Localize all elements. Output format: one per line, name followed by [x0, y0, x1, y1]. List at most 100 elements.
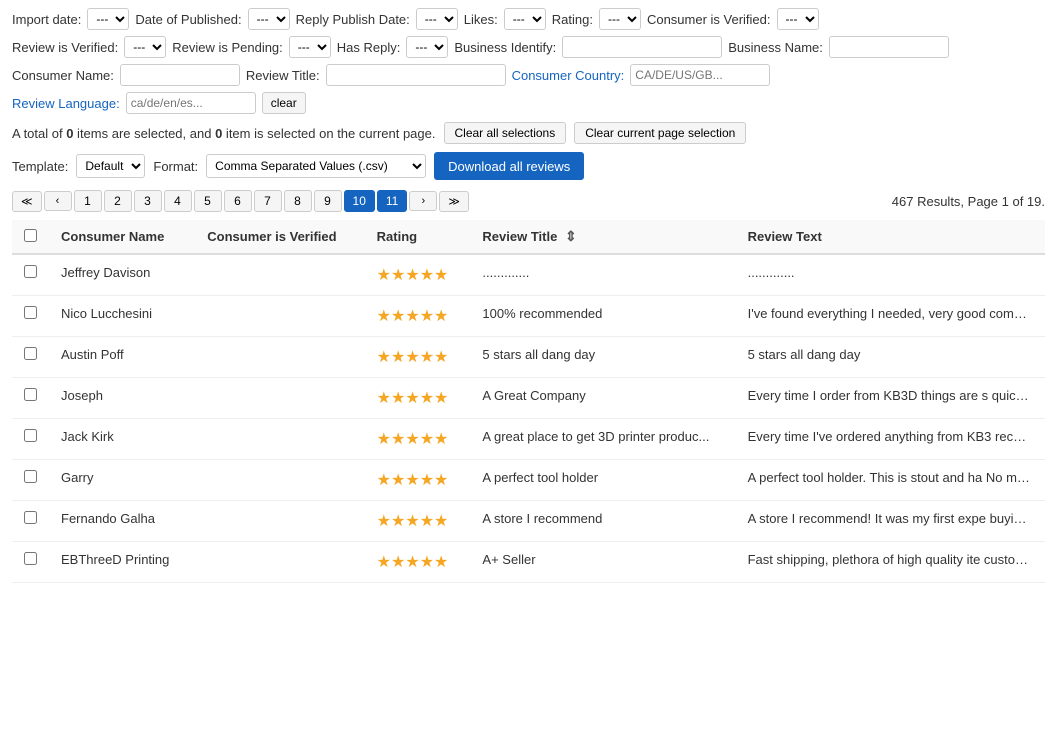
consumer-verified-cell: [195, 460, 364, 501]
published-select[interactable]: ---: [248, 8, 290, 30]
row-checkbox[interactable]: [24, 429, 37, 442]
page-8-button[interactable]: 8: [284, 190, 312, 212]
import-date-label: Import date:: [12, 12, 81, 27]
consumer-name-cell: EBThreeD Printing: [49, 542, 195, 583]
consumer-verified-cell: [195, 337, 364, 378]
format-select[interactable]: Comma Separated Values (.csv): [206, 154, 426, 178]
row-checkbox-cell: [12, 378, 49, 419]
prev-page-button[interactable]: ‹: [44, 191, 72, 211]
table-row: Joseph★★★★★A Great CompanyEvery time I o…: [12, 378, 1045, 419]
consumer-verified-select[interactable]: ---: [777, 8, 819, 30]
page-7-button[interactable]: 7: [254, 190, 282, 212]
clear-page-selection-button[interactable]: Clear current page selection: [574, 122, 746, 144]
star-icon: ★: [420, 308, 434, 325]
review-title-cell: .............: [470, 254, 735, 296]
star-icon: ★: [420, 349, 434, 366]
star-icon: ★: [434, 554, 448, 571]
review-title-label: Review Title:: [246, 68, 320, 83]
format-label: Format:: [153, 159, 198, 174]
row-checkbox[interactable]: [24, 347, 37, 360]
likes-select[interactable]: ---: [504, 8, 546, 30]
star-icon: ★: [391, 308, 405, 325]
star-icon: ★: [434, 513, 448, 530]
consumer-verified-cell: [195, 296, 364, 337]
import-date-select[interactable]: ---: [87, 8, 129, 30]
has-reply-select[interactable]: ---: [406, 36, 448, 58]
published-label: Date of Published:: [135, 12, 241, 27]
star-icon: ★: [391, 267, 405, 284]
row-checkbox-cell: [12, 542, 49, 583]
page-9-button[interactable]: 9: [314, 190, 342, 212]
star-icon: ★: [420, 554, 434, 571]
star-icon: ★: [434, 308, 448, 325]
star-icon: ★: [405, 554, 419, 571]
reply-publish-select[interactable]: ---: [416, 8, 458, 30]
row-checkbox[interactable]: [24, 552, 37, 565]
review-title-sort-icon[interactable]: ⇕: [565, 228, 577, 244]
page-3-button[interactable]: 3: [134, 190, 162, 212]
star-icon: ★: [377, 472, 391, 489]
review-text-cell: Every time I've ordered anything from KB…: [736, 419, 1045, 460]
row-checkbox-cell: [12, 501, 49, 542]
row-checkbox[interactable]: [24, 388, 37, 401]
review-title-input[interactable]: [326, 64, 506, 86]
business-name-input[interactable]: [829, 36, 949, 58]
star-icon: ★: [434, 267, 448, 284]
consumer-verified-label: Consumer is Verified:: [647, 12, 771, 27]
row-checkbox-cell: [12, 337, 49, 378]
review-pending-select[interactable]: ---: [289, 36, 331, 58]
row-checkbox[interactable]: [24, 511, 37, 524]
rating-select[interactable]: ---: [599, 8, 641, 30]
review-text-cell: Every time I order from KB3D things are …: [736, 378, 1045, 419]
page-11-button[interactable]: 11: [377, 190, 407, 212]
reviews-table: Consumer Name Consumer is Verified Ratin…: [12, 220, 1045, 583]
row-checkbox[interactable]: [24, 306, 37, 319]
review-title-cell: A perfect tool holder: [470, 460, 735, 501]
last-page-button[interactable]: ≫: [439, 191, 469, 212]
row-checkbox-cell: [12, 296, 49, 337]
review-title-cell: A Great Company: [470, 378, 735, 419]
table-row: Austin Poff★★★★★5 stars all dang day5 st…: [12, 337, 1045, 378]
review-title-header: Review Title ⇕: [470, 220, 735, 254]
next-page-button[interactable]: ›: [409, 191, 437, 211]
clear-button[interactable]: clear: [262, 92, 306, 114]
clear-all-selections-button[interactable]: Clear all selections: [444, 122, 567, 144]
page-10-button[interactable]: 10: [344, 190, 375, 212]
rating-cell: ★★★★★: [365, 296, 471, 337]
business-name-label: Business Name:: [728, 40, 823, 55]
consumer-verified-header: Consumer is Verified: [195, 220, 364, 254]
page-1-button[interactable]: 1: [74, 190, 102, 212]
page-2-button[interactable]: 2: [104, 190, 132, 212]
row-checkbox[interactable]: [24, 470, 37, 483]
review-title-cell: 5 stars all dang day: [470, 337, 735, 378]
page-4-button[interactable]: 4: [164, 190, 192, 212]
review-text-cell: I've found everything I needed, very goo…: [736, 296, 1045, 337]
review-language-input[interactable]: [126, 92, 256, 114]
consumer-name-cell: Nico Lucchesini: [49, 296, 195, 337]
consumer-name-input[interactable]: [120, 64, 240, 86]
download-all-reviews-button[interactable]: Download all reviews: [434, 152, 584, 180]
row-checkbox[interactable]: [24, 265, 37, 278]
template-format-row: Template: Default Format: Comma Separate…: [12, 152, 1045, 180]
review-text-cell: .............: [736, 254, 1045, 296]
star-icon: ★: [391, 554, 405, 571]
consumer-country-input[interactable]: [630, 64, 770, 86]
review-verified-select[interactable]: ---: [124, 36, 166, 58]
table-row: Garry★★★★★A perfect tool holderA perfect…: [12, 460, 1045, 501]
select-all-checkbox[interactable]: [24, 229, 37, 242]
review-title-cell: 100% recommended: [470, 296, 735, 337]
rating-cell: ★★★★★: [365, 378, 471, 419]
first-page-button[interactable]: ≪: [12, 191, 42, 212]
consumer-verified-cell: [195, 378, 364, 419]
row-checkbox-cell: [12, 460, 49, 501]
consumer-name-header: Consumer Name: [49, 220, 195, 254]
review-text-cell: A store I recommend! It was my first exp…: [736, 501, 1045, 542]
star-icon: ★: [420, 390, 434, 407]
selection-message: A total of 0 items are selected, and 0 i…: [12, 126, 436, 141]
consumer-verified-cell: [195, 419, 364, 460]
page-6-button[interactable]: 6: [224, 190, 252, 212]
business-identify-input[interactable]: [562, 36, 722, 58]
page-5-button[interactable]: 5: [194, 190, 222, 212]
template-select[interactable]: Default: [76, 154, 145, 178]
star-icon: ★: [405, 513, 419, 530]
